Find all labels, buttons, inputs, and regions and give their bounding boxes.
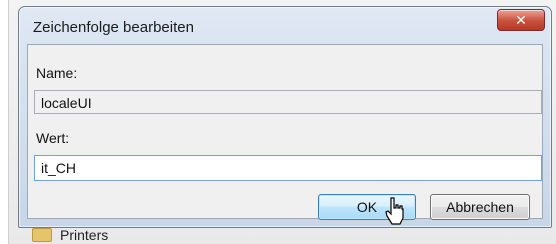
cancel-button[interactable]: Abbrechen <box>430 194 530 220</box>
folder-icon <box>32 228 52 242</box>
close-button[interactable]: ✕ <box>497 9 545 31</box>
dialog-content: Name: localeUI Wert: OK Abbrechen <box>27 44 543 220</box>
background-list-item[interactable]: Printers <box>32 226 108 244</box>
value-input[interactable] <box>34 155 542 181</box>
name-label: Name: <box>36 65 78 81</box>
value-label: Wert: <box>36 130 70 146</box>
hand-cursor-icon <box>385 197 404 225</box>
dialog-titlebar[interactable]: Zeichenfolge bearbeiten ✕ <box>19 7 551 43</box>
close-icon: ✕ <box>515 11 527 28</box>
edit-string-dialog: Zeichenfolge bearbeiten ✕ Name: localeUI… <box>18 6 552 228</box>
dialog-title: Zeichenfolge bearbeiten <box>33 19 194 36</box>
name-field: localeUI <box>34 90 542 114</box>
background-list-item-label: Printers <box>60 227 109 243</box>
background-window-edge <box>0 0 9 244</box>
